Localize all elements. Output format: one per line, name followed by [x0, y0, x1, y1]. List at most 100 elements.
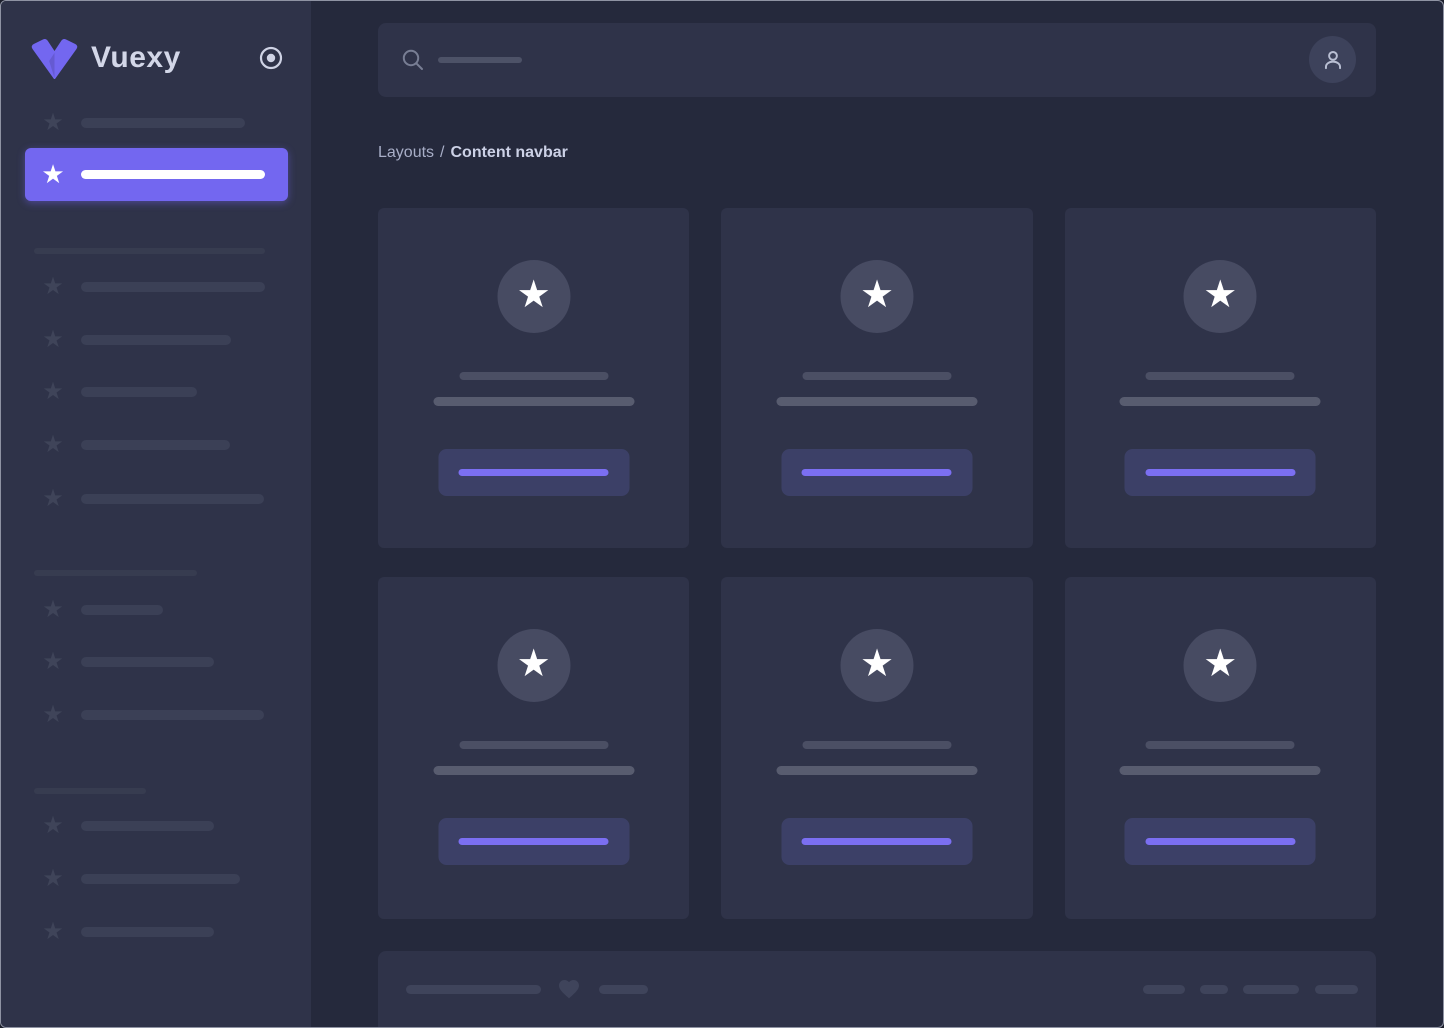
card-button[interactable] — [1125, 818, 1316, 865]
card: ★ — [378, 208, 689, 548]
card-avatar-circle: ★ — [840, 629, 913, 702]
sidebar-item[interactable]: ★ — [1, 110, 311, 135]
star-icon: ★ — [41, 813, 65, 838]
item-placeholder-bar — [81, 335, 231, 345]
sidebar-item[interactable]: ★ — [1, 649, 311, 674]
card-line-1 — [1146, 741, 1295, 749]
card: ★ — [1065, 577, 1376, 919]
card-line-2 — [433, 766, 634, 775]
sidebar-item-active[interactable]: ★ — [25, 148, 288, 201]
star-icon: ★ — [41, 486, 65, 511]
breadcrumb-current: Content navbar — [451, 144, 568, 161]
sidebar-item[interactable]: ★ — [1, 432, 311, 457]
card-line-1 — [802, 372, 951, 380]
item-placeholder-bar — [81, 170, 265, 179]
button-label-bar — [459, 838, 609, 845]
sidebar-item[interactable]: ★ — [1, 486, 311, 511]
item-placeholder-bar — [81, 118, 245, 128]
sidebar-item[interactable]: ★ — [1, 866, 311, 891]
footer-link-bar — [1143, 985, 1185, 994]
star-icon: ★ — [1203, 645, 1237, 686]
star-icon: ★ — [41, 327, 65, 352]
sidebar-item[interactable]: ★ — [1, 702, 311, 727]
section-divider-bar — [34, 570, 197, 576]
radio-circle-icon[interactable] — [258, 45, 284, 71]
item-placeholder-bar — [81, 710, 264, 720]
card-avatar-circle: ★ — [840, 260, 913, 333]
avatar[interactable] — [1309, 36, 1356, 83]
breadcrumb-parent[interactable]: Layouts — [378, 144, 434, 161]
item-placeholder-bar — [81, 605, 163, 615]
item-placeholder-bar — [81, 387, 197, 397]
search-placeholder-bar — [438, 57, 522, 63]
card: ★ — [721, 577, 1032, 919]
card-line-1 — [1146, 372, 1295, 380]
card: ★ — [378, 577, 689, 919]
section-divider-bar — [34, 248, 265, 254]
footer-link-bar — [1200, 985, 1228, 994]
sidebar-item[interactable]: ★ — [1, 919, 311, 944]
sidebar-item[interactable]: ★ — [1, 597, 311, 622]
star-icon: ★ — [41, 919, 65, 944]
card-line-2 — [776, 766, 977, 775]
card-button[interactable] — [781, 818, 972, 865]
card-avatar-circle: ★ — [1184, 260, 1257, 333]
star-icon: ★ — [41, 597, 65, 622]
item-placeholder-bar — [81, 282, 265, 292]
item-placeholder-bar — [81, 874, 240, 884]
item-placeholder-bar — [81, 927, 214, 937]
card-avatar-circle: ★ — [497, 260, 570, 333]
button-label-bar — [1145, 469, 1295, 476]
footer-link-bar — [1315, 985, 1358, 994]
card-line-2 — [433, 397, 634, 406]
breadcrumb-separator: / — [440, 144, 444, 161]
sidebar-item[interactable]: ★ — [1, 274, 311, 299]
card: ★ — [721, 208, 1032, 548]
search-input[interactable] — [401, 23, 921, 97]
button-label-bar — [1145, 838, 1295, 845]
footer-text-bar — [406, 985, 541, 994]
card-button[interactable] — [781, 449, 972, 496]
star-icon: ★ — [517, 645, 551, 686]
card-line-2 — [1120, 766, 1321, 775]
card-avatar-circle: ★ — [1184, 629, 1257, 702]
section-divider-bar — [34, 788, 146, 794]
card-line-1 — [802, 741, 951, 749]
item-placeholder-bar — [81, 440, 230, 450]
sidebar-item[interactable]: ★ — [1, 379, 311, 404]
card-line-2 — [1120, 397, 1321, 406]
card-button[interactable] — [438, 818, 629, 865]
item-placeholder-bar — [81, 821, 214, 831]
button-label-bar — [802, 838, 952, 845]
card-grid: ★ ★ ★ ★ ★ — [378, 208, 1376, 919]
breadcrumb: Layouts / Content navbar — [378, 144, 568, 162]
footer — [378, 951, 1376, 1028]
button-label-bar — [802, 469, 952, 476]
star-icon: ★ — [860, 645, 894, 686]
search-icon — [401, 48, 425, 72]
star-icon: ★ — [41, 110, 65, 135]
star-icon: ★ — [41, 866, 65, 891]
item-placeholder-bar — [81, 494, 264, 504]
card-button[interactable] — [1125, 449, 1316, 496]
star-icon: ★ — [41, 162, 65, 187]
logo: Vuexy — [31, 35, 287, 81]
app-window: Vuexy ★ ★ ★ ★ ★ ★ — [0, 0, 1444, 1028]
card-button[interactable] — [438, 449, 629, 496]
star-icon: ★ — [41, 649, 65, 674]
item-placeholder-bar — [81, 657, 214, 667]
sidebar: Vuexy ★ ★ ★ ★ ★ ★ — [1, 1, 311, 1027]
star-icon: ★ — [860, 276, 894, 317]
star-icon: ★ — [1203, 276, 1237, 317]
top-navbar — [378, 23, 1376, 97]
card-avatar-circle: ★ — [497, 629, 570, 702]
card-line-2 — [776, 397, 977, 406]
sidebar-item[interactable]: ★ — [1, 327, 311, 352]
vuexy-logo-icon — [31, 38, 78, 79]
sidebar-item[interactable]: ★ — [1, 813, 311, 838]
star-icon: ★ — [41, 432, 65, 457]
card: ★ — [1065, 208, 1376, 548]
star-icon: ★ — [41, 274, 65, 299]
heart-icon — [557, 977, 581, 1001]
card-line-1 — [459, 741, 608, 749]
